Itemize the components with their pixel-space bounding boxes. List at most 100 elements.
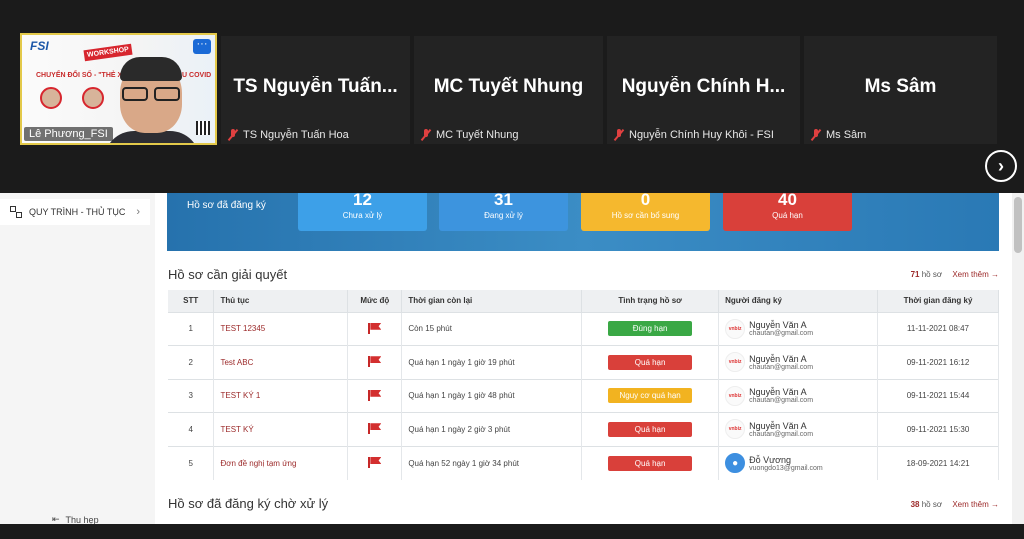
row-number: 1 (168, 311, 215, 346)
more-options-icon[interactable]: ··· (193, 39, 211, 54)
procedure-link[interactable]: Test ABC (213, 345, 349, 379)
status-badge: Quá hạn (608, 455, 693, 471)
participant-display-name: MC Tuyết Nhung (433, 76, 584, 97)
stat-card-can-bo-sung[interactable]: 0 Hồ sơ cần bổ sung (581, 191, 710, 231)
see-more-link[interactable]: Xem thêm → (952, 270, 999, 279)
self-video-tile[interactable]: FSI WORKSHOP CHUYỂN ĐỔI SỐ - "THẺ XANH Ấ… (20, 33, 217, 145)
participant-video-person (104, 53, 200, 143)
participant-tile[interactable]: Ms Sâm Ms Sâm (804, 36, 997, 144)
status-cell: Đúng hạn (581, 311, 720, 346)
time-remaining: Còn 15 phút (401, 311, 583, 346)
participant-display-name: Nguyễn Chính H... (621, 76, 786, 97)
column-header: Thời gian đăng ký (877, 290, 999, 312)
qr-code (196, 121, 210, 135)
section-count: 71 hồ sơ Xem thêm → (910, 270, 999, 279)
row-number: 5 (168, 445, 215, 480)
registrant-cell: vnbiz Nguyễn Văn Achautan@gmail.com (718, 412, 879, 446)
table-row[interactable]: 2 Test ABC Quá hạn 1 ngày 1 giờ 19 phút Quá… (168, 345, 999, 379)
mic-muted-icon (613, 129, 625, 141)
stat-value: 12 (353, 190, 372, 209)
table-row[interactable]: 3 TEST KÝ 1 Quá hạn 1 ngày 1 giờ 48 phút Ng… (168, 378, 999, 413)
participant-display-name: Ms Sâm (864, 76, 937, 97)
flag-icon (368, 457, 381, 468)
sidebar-item-quy-trinh[interactable]: QUY TRÌNH - THỦ TỤC › (0, 199, 150, 225)
status-cell: Quá hạn (581, 445, 720, 480)
user-email: chautan@gmail.com (749, 397, 814, 405)
status-badge: Quá hạn (608, 421, 693, 437)
flag-icon (368, 423, 381, 435)
next-page-button[interactable]: › (985, 150, 1017, 182)
status-cell: Quá hạn (581, 412, 720, 446)
user-name: Nguyễn Văn A (749, 420, 807, 431)
registrant-cell: vnbiz Nguyễn Văn Achautan@gmail.com (718, 378, 879, 413)
participant-display-name: TS Nguyễn Tuấn... (233, 76, 398, 97)
banner-label: Hồ sơ đã đăng ký (187, 200, 266, 211)
stat-value: 31 (494, 190, 513, 209)
time-remaining: Quá hạn 1 ngày 1 giờ 48 phút (401, 378, 583, 413)
see-more-link[interactable]: Xem thêm → (952, 500, 999, 509)
status-badge: Quá hạn (608, 354, 693, 370)
status-badge: Nguy cơ quá hạn (608, 388, 693, 404)
participant-label: Ms Sâm (810, 129, 866, 141)
table-row[interactable]: 5 Đơn đề nghị tạm ứng Quá hạn 52 ngày 1 gi… (168, 445, 999, 480)
user-avatar-icon: vnbiz (725, 318, 746, 339)
participant-tile[interactable]: TS Nguyễn Tuấn... TS Nguyễn Tuấn Hoa (221, 36, 410, 144)
table-row[interactable]: 4 TEST KÝ Quá hạn 1 ngày 2 giờ 3 phút Quá h… (168, 412, 999, 446)
chevron-right-icon: › (136, 206, 140, 218)
stat-card-chua-xu-ly[interactable]: 12 Chưa xử lý (298, 190, 427, 231)
user-avatar-icon: vnbiz (725, 385, 746, 406)
row-number: 2 (168, 345, 215, 379)
user-name: Nguyễn Văn A (749, 320, 807, 331)
table-row[interactable]: 1 TEST 12345 Còn 15 phút Đúng hạn vnbiz Nguyễ… (168, 311, 999, 346)
speaker-photo (82, 87, 104, 109)
procedure-link[interactable]: Đơn đề nghị tạm ứng (213, 445, 349, 480)
time-remaining: Quá hạn 1 ngày 2 giờ 3 phút (401, 412, 583, 446)
stat-label: Quá hạn (772, 211, 803, 220)
priority-cell (347, 345, 403, 379)
column-header: Người đăng ký (718, 290, 879, 312)
user-email: vuongdo13@gmail.com (749, 464, 823, 472)
status-badge: Đúng hạn (608, 321, 693, 337)
column-header: Thời gian còn lại (401, 290, 583, 312)
scrollbar[interactable] (1012, 193, 1024, 539)
stat-label: Chưa xử lý (342, 211, 383, 220)
section-title: Hồ sơ đã đăng ký chờ xử lý (168, 496, 329, 511)
row-number: 4 (168, 412, 215, 446)
user-avatar-icon: vnbiz (725, 352, 746, 373)
column-header: Mức độ (347, 290, 403, 312)
stat-card-dang-xu-ly[interactable]: 31 Đang xử lý (439, 190, 568, 231)
status-cell: Quá hạn (581, 345, 720, 379)
section-count: 38 hồ sơ Xem thêm → (910, 500, 999, 509)
sidebar-item-label: QUY TRÌNH - THỦ TỤC (29, 207, 126, 217)
participant-tile[interactable]: Nguyễn Chính H... Nguyễn Chính Huy Khôi … (607, 36, 800, 144)
scrollbar-thumb[interactable] (1014, 197, 1022, 253)
registration-date: 11-11-2021 08:47 (877, 311, 999, 346)
mic-muted-icon (420, 129, 432, 141)
user-name: Nguyễn Văn A (749, 353, 807, 364)
registration-date: 09-11-2021 15:30 (877, 412, 999, 446)
stat-card-qua-han[interactable]: 40 Quá hạn (723, 191, 852, 231)
status-cell: Nguy cơ quá hạn (581, 378, 720, 413)
workflow-icon (10, 206, 22, 218)
registration-date: 18-09-2021 14:21 (877, 445, 999, 480)
procedure-link[interactable]: TEST KÝ 1 (213, 378, 349, 413)
procedure-link[interactable]: TEST 12345 (213, 311, 349, 346)
time-remaining: Quá hạn 52 ngày 1 giờ 34 phút (401, 445, 583, 480)
registrant-cell: ● Đỗ Vương vuongdo13@gmail.com (718, 445, 879, 480)
column-header: STT (168, 290, 215, 312)
stat-label: Hồ sơ cần bổ sung (611, 211, 680, 220)
self-name-label: Lê Phương_FSI (24, 127, 113, 141)
flag-icon (368, 356, 381, 368)
user-avatar-icon: vnbiz (725, 419, 746, 440)
procedure-link[interactable]: TEST KÝ (213, 412, 349, 446)
registration-date: 09-11-2021 15:44 (877, 378, 999, 413)
mic-muted-icon (810, 129, 822, 141)
participant-tile[interactable]: MC Tuyết Nhung MC Tuyết Nhung (414, 36, 603, 144)
registration-date: 09-11-2021 16:12 (877, 345, 999, 379)
mic-muted-icon (227, 129, 239, 141)
user-email: chautan@gmail.com (749, 363, 814, 371)
main-content: Hồ sơ đã đăng ký 12 Chưa xử lý 31 Đang x… (155, 190, 1012, 539)
column-header: Tình trạng hồ sơ (581, 290, 720, 312)
sidebar: QUY TRÌNH - THỦ TỤC › ⇤ Thu hẹp (0, 193, 155, 539)
flag-icon (368, 389, 381, 401)
